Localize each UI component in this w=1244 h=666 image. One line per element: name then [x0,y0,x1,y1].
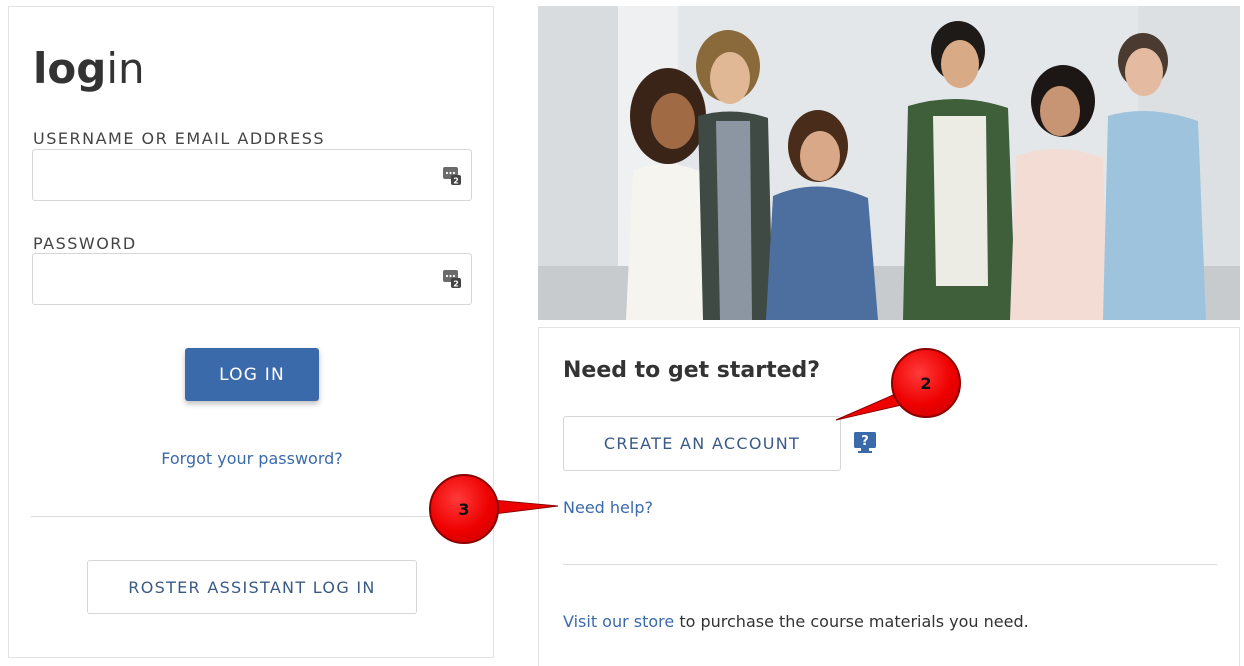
callout-badge-2: 2 [891,348,961,418]
callout-3-arrow [491,499,559,515]
login-page: login USERNAME OR EMAIL ADDRESS 2 PASSWO… [0,0,1244,666]
callout-arrows [491,391,907,515]
callout-badge-3: 3 [429,474,499,544]
